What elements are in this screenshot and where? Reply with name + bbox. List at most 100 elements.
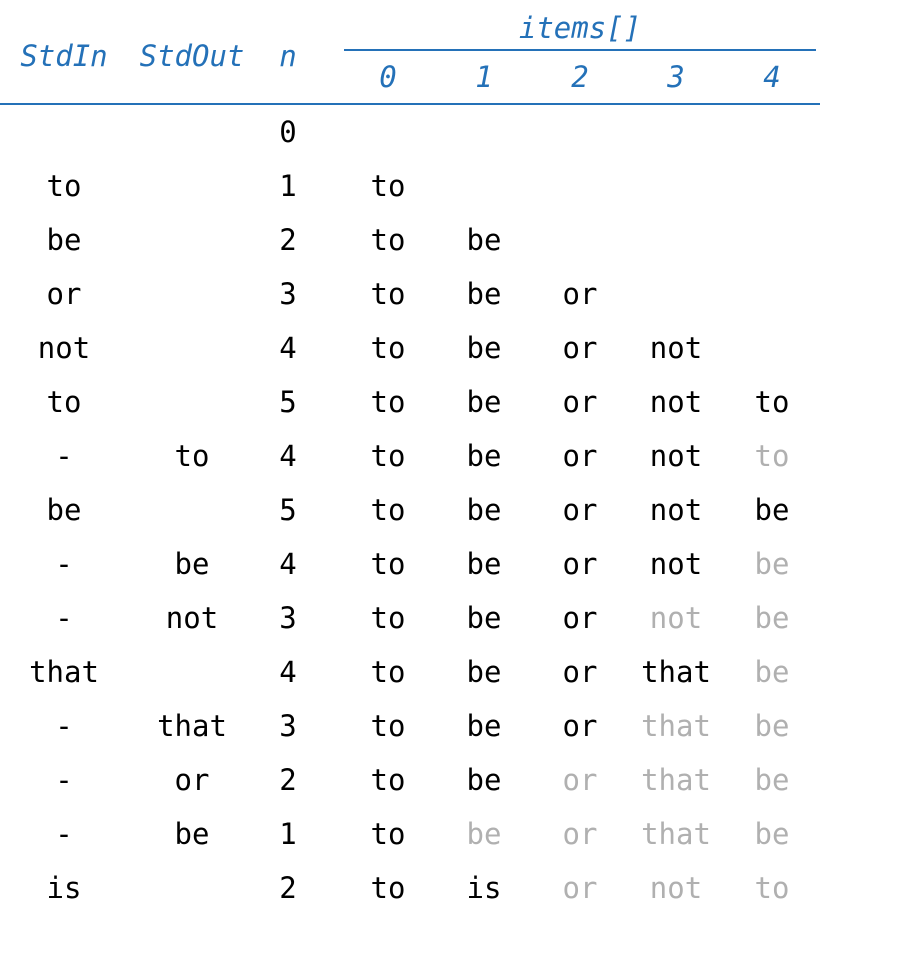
gap-cell [320,321,340,375]
header-n: n [256,35,320,79]
item-cell: be [436,807,532,861]
gap-cell [320,375,340,429]
stdout-cell [128,375,256,429]
item-cell [724,213,820,267]
item-cell: to [340,483,436,537]
item-cell: that [628,645,724,699]
item-cell: to [340,753,436,807]
item-cell: that [628,699,724,753]
item-cell: to [724,861,820,915]
stdout-cell [128,267,256,321]
item-cell: not [628,429,724,483]
items-underline [344,49,816,51]
item-cell: or [532,645,628,699]
n-cell: 4 [256,645,320,699]
stdin-cell: to [0,159,128,213]
item-cell: or [532,699,628,753]
stdin-cell: is [0,861,128,915]
item-cell [724,321,820,375]
item-cell: is [436,861,532,915]
trace-table: StdIn StdOut n items[] 0 1 2 3 4 0to1tob… [0,0,902,959]
stdout-cell [128,213,256,267]
item-cell: to [724,429,820,483]
stdin-cell: be [0,483,128,537]
gap-cell [320,483,340,537]
item-cell: be [436,483,532,537]
gap-cell [320,591,340,645]
n-cell: 4 [256,537,320,591]
stdout-cell [128,645,256,699]
item-cell: be [724,807,820,861]
stdout-cell [128,861,256,915]
stdout-cell: be [128,537,256,591]
item-cell: be [724,483,820,537]
stdin-cell: - [0,807,128,861]
item-cell: or [532,267,628,321]
gap-cell [320,429,340,483]
item-cell [628,159,724,213]
item-cell: that [628,807,724,861]
n-cell: 1 [256,159,320,213]
n-cell: 2 [256,753,320,807]
item-cell: not [628,321,724,375]
item-cell: that [628,753,724,807]
stdin-cell: - [0,753,128,807]
item-cell: or [532,429,628,483]
item-cell [724,105,820,159]
item-cell: to [340,213,436,267]
item-cell: be [436,537,532,591]
n-cell: 3 [256,267,320,321]
stdin-cell: not [0,321,128,375]
stdout-cell: to [128,429,256,483]
item-cell [340,105,436,159]
item-cell: to [340,429,436,483]
item-cell [628,213,724,267]
header-index-3: 3 [628,55,724,99]
item-cell: be [436,375,532,429]
item-cell: or [532,375,628,429]
gap-cell [320,861,340,915]
gap-cell [320,213,340,267]
n-cell: 5 [256,483,320,537]
item-cell: to [340,699,436,753]
item-cell: be [724,645,820,699]
header-stdin: StdIn [0,35,128,79]
stdout-cell [128,483,256,537]
header-stdout: StdOut [128,35,256,79]
stdout-cell [128,105,256,159]
item-cell: be [724,591,820,645]
item-cell: to [340,321,436,375]
item-cell [436,105,532,159]
stdin-cell: - [0,429,128,483]
stdout-cell: or [128,753,256,807]
stdout-cell [128,159,256,213]
item-cell: be [436,753,532,807]
item-cell: be [436,321,532,375]
item-cell: or [532,591,628,645]
gap-cell [320,267,340,321]
item-cell: or [532,483,628,537]
item-cell [628,105,724,159]
gap-cell [320,699,340,753]
item-cell: be [436,645,532,699]
stdout-cell: that [128,699,256,753]
item-cell: to [340,591,436,645]
header-index-0: 0 [340,55,436,99]
item-cell: to [340,159,436,213]
item-cell: not [628,483,724,537]
stdin-cell: be [0,213,128,267]
stdin-cell: or [0,267,128,321]
item-cell: be [436,267,532,321]
header-items-title: items[] [340,14,820,49]
stdout-cell: be [128,807,256,861]
stdout-cell [128,321,256,375]
stdin-cell: to [0,375,128,429]
stdin-cell [0,105,128,159]
gap-cell [320,753,340,807]
item-cell: not [628,861,724,915]
header-index-2: 2 [532,55,628,99]
item-cell: be [436,699,532,753]
n-cell: 4 [256,429,320,483]
item-cell: or [532,321,628,375]
n-cell: 5 [256,375,320,429]
